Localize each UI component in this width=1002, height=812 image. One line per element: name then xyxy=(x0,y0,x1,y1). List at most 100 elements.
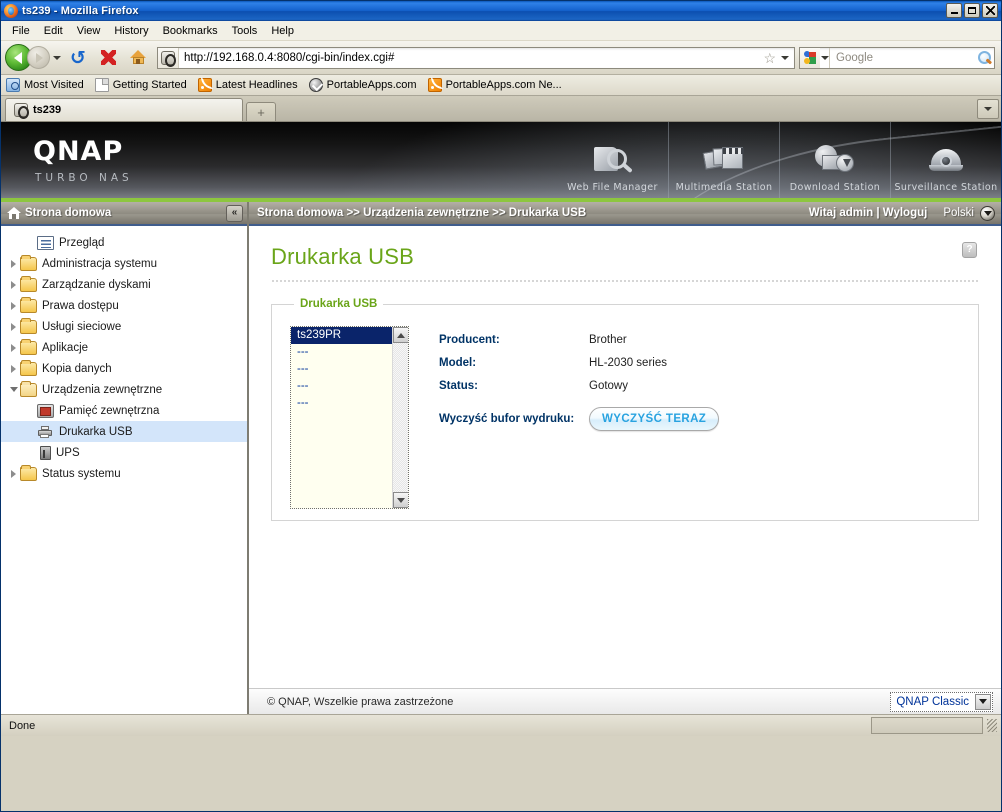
printer-list-item[interactable]: --- xyxy=(291,395,408,412)
bookmark-label: Getting Started xyxy=(112,79,187,91)
chevron-down-icon[interactable] xyxy=(7,387,20,392)
list-all-tabs-button[interactable] xyxy=(977,99,999,119)
url-bar[interactable]: http://192.168.0.4:8080/cgi-bin/index.cg… xyxy=(157,46,795,69)
history-dropdown-button[interactable] xyxy=(51,48,63,68)
menu-edit-label: Edit xyxy=(43,24,63,37)
menu-edit[interactable]: Edit xyxy=(37,23,70,39)
user-greeting-logout[interactable]: Witaj admin | Wyloguj xyxy=(809,207,928,219)
station-multimedia[interactable]: Multimedia Station xyxy=(668,122,779,198)
clear-now-button[interactable]: WYCZYŚĆ TERAZ xyxy=(589,407,720,431)
printer-list-item[interactable]: --- xyxy=(291,361,408,378)
menu-bookmarks[interactable]: Bookmarks xyxy=(156,23,225,39)
firefox-window: ts239 - Mozilla Firefox File Edit View H… xyxy=(0,0,1002,812)
menu-help[interactable]: Help xyxy=(264,23,301,39)
maximize-button[interactable] xyxy=(964,3,980,18)
chevron-right-icon[interactable] xyxy=(7,364,20,373)
bookmark-most-visited[interactable]: Most Visited xyxy=(6,78,84,92)
sidebar-item-7[interactable]: Urządzenia zewnętrzne xyxy=(1,379,247,400)
minimize-button[interactable] xyxy=(946,3,962,18)
search-bar[interactable]: Google xyxy=(799,46,995,69)
stop-button[interactable] xyxy=(93,44,123,72)
menu-view-label: View xyxy=(76,24,101,37)
collapse-sidebar-button[interactable]: « xyxy=(226,204,243,222)
listbox-scrollbar[interactable] xyxy=(392,327,408,508)
main-panel: Strona domowa >> Urządzenia zewnętrzne >… xyxy=(249,202,1001,714)
station-label: Surveillance Station xyxy=(894,182,998,193)
station-download[interactable]: Download Station xyxy=(779,122,890,198)
overview-icon xyxy=(37,235,54,250)
sidebar-item-3[interactable]: Prawa dostępu xyxy=(1,295,247,316)
sidebar-item-label: UPS xyxy=(56,446,80,459)
sidebar-item-11[interactable]: Status systemu xyxy=(1,463,247,484)
detail-row-status: Status: Gotowy xyxy=(439,374,719,397)
chevron-right-icon[interactable] xyxy=(7,301,20,310)
status-text: Done xyxy=(9,719,36,732)
menu-file-label: File xyxy=(12,24,30,37)
sidebar-item-8[interactable]: Pamięć zewnętrzna xyxy=(1,400,247,421)
reload-button[interactable]: ↻ xyxy=(63,44,93,72)
bookmark-star-icon[interactable]: ☆ xyxy=(760,51,779,65)
site-identity-button[interactable] xyxy=(158,47,179,68)
firefox-logo-icon xyxy=(4,4,18,18)
bookmark-portableapps[interactable]: PortableApps.com xyxy=(308,78,417,92)
chevron-right-icon[interactable] xyxy=(7,259,20,268)
menu-history[interactable]: History xyxy=(107,23,155,39)
sidebar-item-4[interactable]: Usługi sieciowe xyxy=(1,316,247,337)
sidebar-item-6[interactable]: Kopia danych xyxy=(1,358,247,379)
printer-listbox[interactable]: ts239PR --- --- --- --- xyxy=(290,326,409,509)
qnap-banner: QNAP TURBO NAS Web File Manager Multimed… xyxy=(1,122,1001,202)
sidebar-item-0[interactable]: Przegląd xyxy=(1,232,247,253)
sidebar-item-5[interactable]: Aplikacje xyxy=(1,337,247,358)
url-dropdown-button[interactable] xyxy=(779,55,794,60)
window-titlebar: ts239 - Mozilla Firefox xyxy=(1,1,1001,21)
chevron-down-icon xyxy=(980,205,995,221)
chevron-down-icon[interactable] xyxy=(975,693,991,710)
rss-icon xyxy=(197,77,213,92)
menu-bookmarks-label: Bookmarks xyxy=(162,24,218,37)
sidebar-item-label: Administracja systemu xyxy=(42,257,158,270)
url-input[interactable]: http://192.168.0.4:8080/cgi-bin/index.cg… xyxy=(179,52,760,64)
printer-list-item[interactable]: --- xyxy=(291,344,408,361)
printer-list-item[interactable]: ts239PR xyxy=(291,327,408,344)
web-file-manager-icon xyxy=(592,141,634,179)
menu-view[interactable]: View xyxy=(70,23,108,39)
chevron-right-icon[interactable] xyxy=(7,343,20,352)
sidebar-item-9[interactable]: Drukarka USB xyxy=(1,421,247,442)
chevron-right-icon[interactable] xyxy=(7,322,20,331)
sidebar-item-10[interactable]: UPS xyxy=(1,442,247,463)
chevron-right-icon[interactable] xyxy=(7,469,20,478)
search-engine-dropdown[interactable] xyxy=(820,47,830,68)
home-button[interactable] xyxy=(123,44,153,72)
theme-select[interactable]: QNAP Classic xyxy=(890,691,993,712)
bookmarks-toolbar: Most Visited Getting Started Latest Head… xyxy=(1,75,1001,96)
printer-list-item[interactable]: --- xyxy=(291,378,408,395)
menu-tools[interactable]: Tools xyxy=(225,23,265,39)
chevron-right-icon[interactable] xyxy=(7,280,20,289)
search-magnifier-icon[interactable] xyxy=(976,48,994,68)
most-visited-icon xyxy=(6,78,20,92)
resize-grip[interactable] xyxy=(985,717,999,734)
help-button[interactable]: ? xyxy=(962,242,977,258)
station-label: Web File Manager xyxy=(567,182,658,193)
sidebar-item-1[interactable]: Administracja systemu xyxy=(1,253,247,274)
external-storage-icon xyxy=(37,403,54,418)
home-icon xyxy=(129,50,147,65)
qnap-favicon-icon xyxy=(161,50,176,67)
bookmark-latest-headlines[interactable]: Latest Headlines xyxy=(197,77,298,92)
sidebar-item-label: Kopia danych xyxy=(42,362,112,375)
menu-file[interactable]: File xyxy=(5,23,37,39)
station-surveillance[interactable]: Surveillance Station xyxy=(890,122,1001,198)
station-web-file-manager[interactable]: Web File Manager xyxy=(557,122,668,198)
new-tab-button[interactable]: + xyxy=(246,102,276,121)
scroll-up-button[interactable] xyxy=(393,327,408,343)
sidebar-item-2[interactable]: Zarządzanie dyskami xyxy=(1,274,247,295)
search-input[interactable]: Google xyxy=(830,52,976,64)
forward-button[interactable] xyxy=(27,46,50,69)
arrow-left-icon xyxy=(13,51,22,64)
tab-ts239[interactable]: ts239 xyxy=(5,98,243,121)
language-selector[interactable]: Polski xyxy=(943,205,995,221)
bookmark-portableapps-news[interactable]: PortableApps.com Ne... xyxy=(427,77,562,92)
bookmark-getting-started[interactable]: Getting Started xyxy=(94,78,187,92)
close-button[interactable] xyxy=(982,3,998,18)
scroll-down-button[interactable] xyxy=(393,492,408,508)
